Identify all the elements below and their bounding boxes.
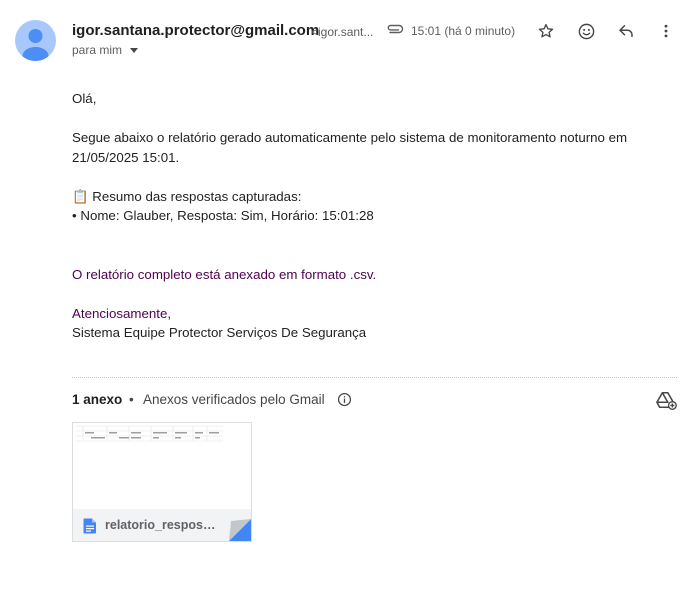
recipient-label: para mim xyxy=(72,43,123,57)
info-icon[interactable] xyxy=(337,392,352,407)
spreadsheet-thumbnail xyxy=(76,425,223,442)
star-button[interactable] xyxy=(535,20,557,42)
file-icon xyxy=(83,518,96,534)
reply-icon xyxy=(619,25,633,37)
attachment-footer: relatorio_respost... xyxy=(73,509,251,541)
sender-email[interactable]: <igor.sant... xyxy=(311,25,373,39)
chevron-down-icon xyxy=(130,48,139,53)
attachment-filename[interactable]: relatorio_respost... xyxy=(105,518,217,532)
sign-off: Atenciosamente, xyxy=(72,305,172,321)
greeting: Olá, xyxy=(72,91,97,106)
attachment-preview xyxy=(73,423,251,509)
message-body: Olá, Segue abaixo o relatório gerado aut… xyxy=(72,89,672,343)
reply-button[interactable] xyxy=(615,20,637,42)
summary-item: • Nome: Glauber, Resposta: Sim, Horário:… xyxy=(72,208,374,223)
attachment-count: 1 anexo xyxy=(72,392,123,407)
summary-title: 📋 Resumo das respostas capturadas: xyxy=(72,188,302,204)
star-icon xyxy=(538,23,554,38)
react-button[interactable] xyxy=(575,20,597,42)
paperclip-icon xyxy=(387,24,404,34)
report-intro: Segue abaixo o relatório gerado automati… xyxy=(72,130,628,165)
page-fold-icon xyxy=(229,519,251,541)
more-options-button[interactable] xyxy=(655,20,677,42)
sender-name[interactable]: igor.santana.protector@gmail.com xyxy=(72,22,319,39)
emoji-icon xyxy=(578,23,594,39)
email-view: igor.santana.protector@gmail.com <igor.s… xyxy=(0,0,693,592)
signature: Sistema Equipe Protector Serviços De Seg… xyxy=(72,325,367,340)
avatar[interactable] xyxy=(15,20,56,61)
attachment-note: O relatório completo está anexado em for… xyxy=(72,266,377,282)
more-vert-icon xyxy=(664,24,668,38)
add-to-drive-icon[interactable] xyxy=(655,390,677,410)
separator-dot: • xyxy=(129,392,134,407)
attachment-card[interactable]: relatorio_respost... xyxy=(72,422,252,542)
recipient-details-toggle[interactable]: para mim xyxy=(72,43,139,57)
attachments-divider xyxy=(72,377,677,378)
timestamp: 15:01 (há 0 minuto) xyxy=(411,24,516,38)
attachments-verified-label: Anexos verificados pelo Gmail xyxy=(143,392,325,407)
person-icon xyxy=(22,29,49,61)
